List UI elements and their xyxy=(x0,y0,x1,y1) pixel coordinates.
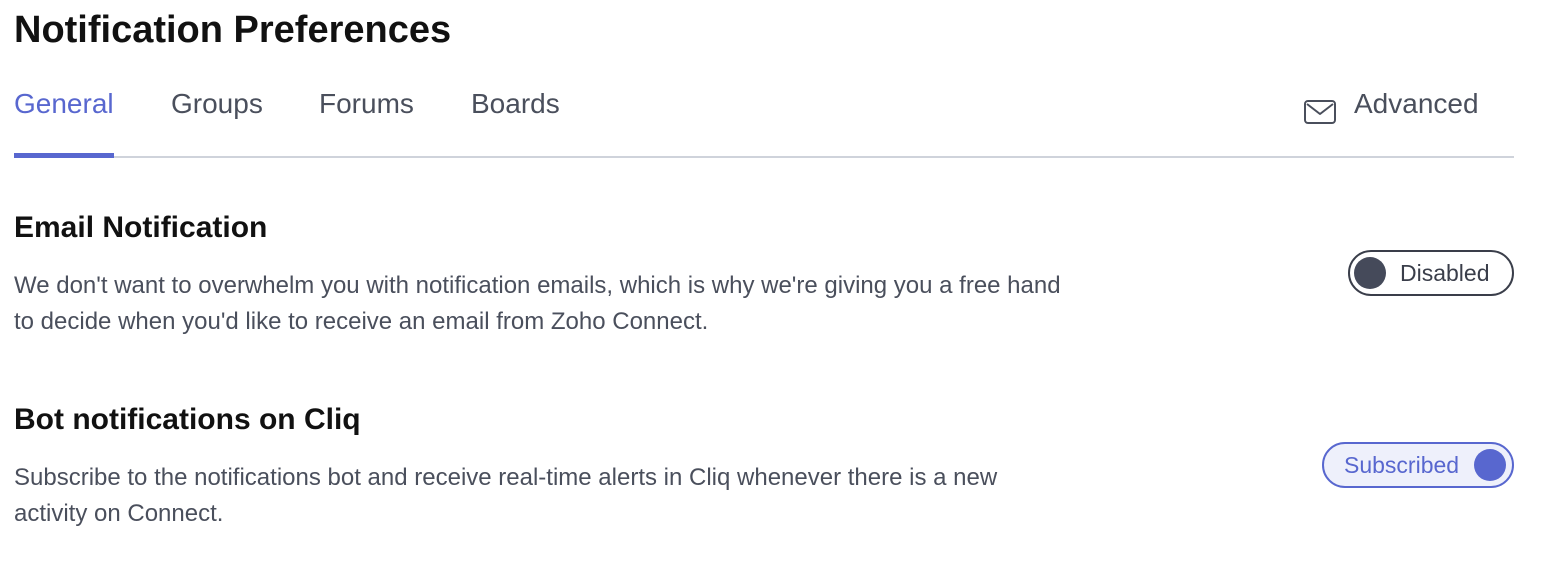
bot-notification-description: Subscribe to the notifications bot and r… xyxy=(14,464,998,527)
bot-notification-toggle[interactable]: Subscribed xyxy=(1322,442,1514,488)
tab-general[interactable]: General xyxy=(14,80,114,158)
email-notification-toggle[interactable]: Disabled xyxy=(1348,250,1514,296)
tab-forums[interactable]: Forums xyxy=(319,80,414,156)
toggle-knob xyxy=(1474,449,1506,481)
mail-icon xyxy=(1304,91,1336,124)
tab-bar: General Groups Forums Boards Advanced xyxy=(14,80,1514,158)
tab-advanced-label: Advanced xyxy=(1354,88,1479,119)
page-title: Notification Preferences xyxy=(14,9,452,51)
email-notification-description: We don't want to overwhelm you with noti… xyxy=(14,272,1061,335)
tab-advanced[interactable]: Advanced xyxy=(1304,80,1479,156)
bot-notification-toggle-label: Subscribed xyxy=(1344,451,1460,478)
toggle-knob xyxy=(1354,257,1386,289)
email-notification-title: Email Notification xyxy=(14,211,268,244)
tab-groups[interactable]: Groups xyxy=(171,80,263,156)
email-notification-toggle-label: Disabled xyxy=(1400,259,1490,286)
tab-boards[interactable]: Boards xyxy=(471,80,560,156)
bot-notification-title: Bot notifications on Cliq xyxy=(14,403,361,436)
